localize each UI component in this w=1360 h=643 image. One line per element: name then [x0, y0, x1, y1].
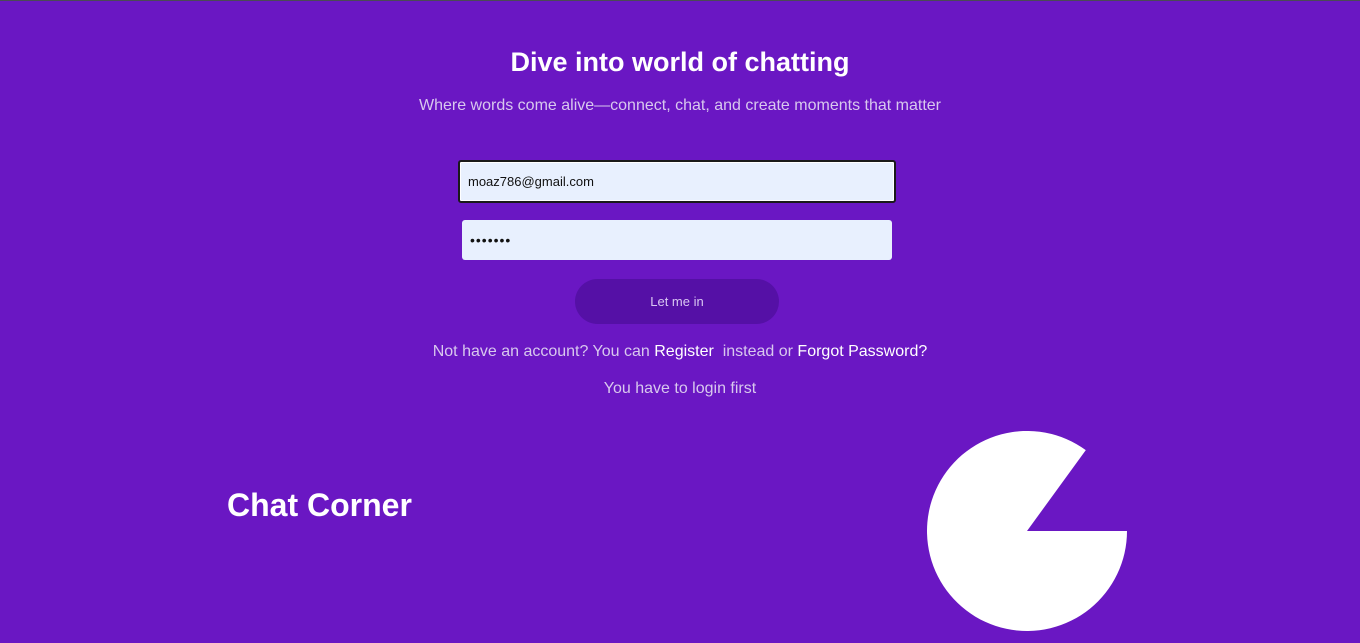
pacman-shape — [927, 431, 1127, 631]
register-link[interactable]: Register — [654, 343, 714, 360]
brand-name: Chat Corner — [227, 487, 412, 523]
page-subtitle: Where words come alive—connect, chat, an… — [418, 97, 941, 114]
account-links: Not have an account? You can Register in… — [0, 343, 1360, 361]
email-field[interactable] — [458, 160, 896, 203]
forgot-password-link[interactable]: Forgot Password? — [797, 343, 927, 360]
account-middle-text: instead or — [713, 343, 798, 360]
page-title: Dive into world of chatting — [510, 47, 850, 77]
pacman-icon — [927, 431, 1127, 631]
login-button[interactable]: Let me in — [575, 279, 779, 324]
account-prefix-text: Not have an account? You can — [432, 343, 655, 360]
status-message: You have to login first — [603, 380, 757, 397]
password-field[interactable] — [462, 220, 892, 260]
